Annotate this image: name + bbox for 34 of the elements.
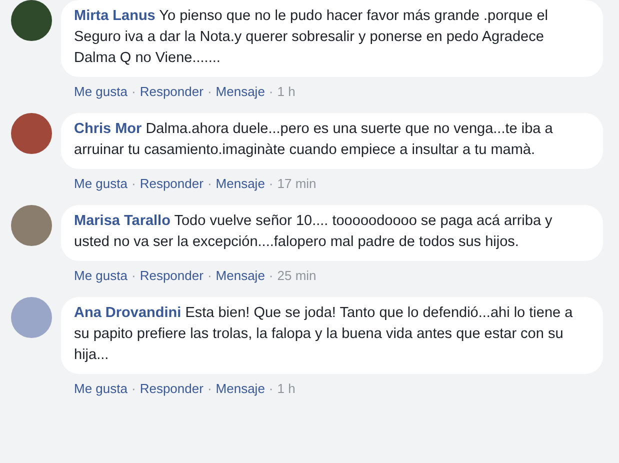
timestamp: 25 min (277, 268, 316, 283)
action-link[interactable]: Responder (140, 84, 204, 99)
action-link[interactable]: Mensaje (216, 176, 265, 191)
separator-dot: · (131, 381, 136, 396)
comment-text: Marisa Tarallo Todo vuelve señor 10.... tooooodoooo se paga acá arriba y usted no va ser la excepción....falopero mal padre de todos sus hijos. (61, 205, 603, 261)
action-link[interactable]: Responder (140, 176, 204, 191)
avatar[interactable] (11, 113, 52, 154)
action-link[interactable]: Me gusta (74, 381, 128, 396)
action-link[interactable]: Me gusta (74, 268, 128, 283)
separator-dot: · (131, 268, 136, 283)
separator-dot: · (131, 176, 136, 191)
separator-dot: · (207, 381, 212, 396)
action-link[interactable]: Me gusta (74, 176, 128, 191)
action-link[interactable]: Mensaje (216, 268, 265, 283)
separator-dot: · (268, 84, 274, 99)
separator-dot: · (268, 268, 274, 283)
action-link[interactable]: Me gusta (74, 84, 128, 99)
timestamp: 17 min (277, 176, 316, 191)
action-link[interactable]: Responder (140, 381, 204, 396)
comment-text: Ana Drovandini Esta bien! Que se joda! Tanto que lo defendió...ahi lo tiene a su papito prefiere las trolas, la falopa y la buena vida antes que estar con su hija... (61, 297, 603, 374)
timestamp: 1 h (277, 84, 296, 99)
avatar[interactable] (11, 0, 52, 41)
separator-dot: · (131, 84, 136, 99)
separator-dot: · (207, 268, 212, 283)
separator-dot: · (207, 176, 212, 191)
comment-text: Chris Mor Dalma.ahora duele...pero es una suerte que no venga...te iba a arruinar tu casamiento.imaginàte cuando empiece a insultar a tu mamà. (61, 113, 603, 169)
comment-text: Mirta Lanus Yo pienso que no le pudo hacer favor más grande .porque el Seguro iva a dar la Nota.y querer sobresalir y ponerse en pedo Agradece Dalma Q no Viene....... (61, 0, 603, 77)
separator-dot: · (207, 84, 212, 99)
separator-dot: · (268, 381, 274, 396)
action-link[interactable]: Responder (140, 268, 204, 283)
action-link[interactable]: Mensaje (216, 381, 265, 396)
action-link[interactable]: Mensaje (216, 84, 265, 99)
timestamp: 1 h (277, 381, 296, 396)
separator-dot: · (268, 176, 274, 191)
